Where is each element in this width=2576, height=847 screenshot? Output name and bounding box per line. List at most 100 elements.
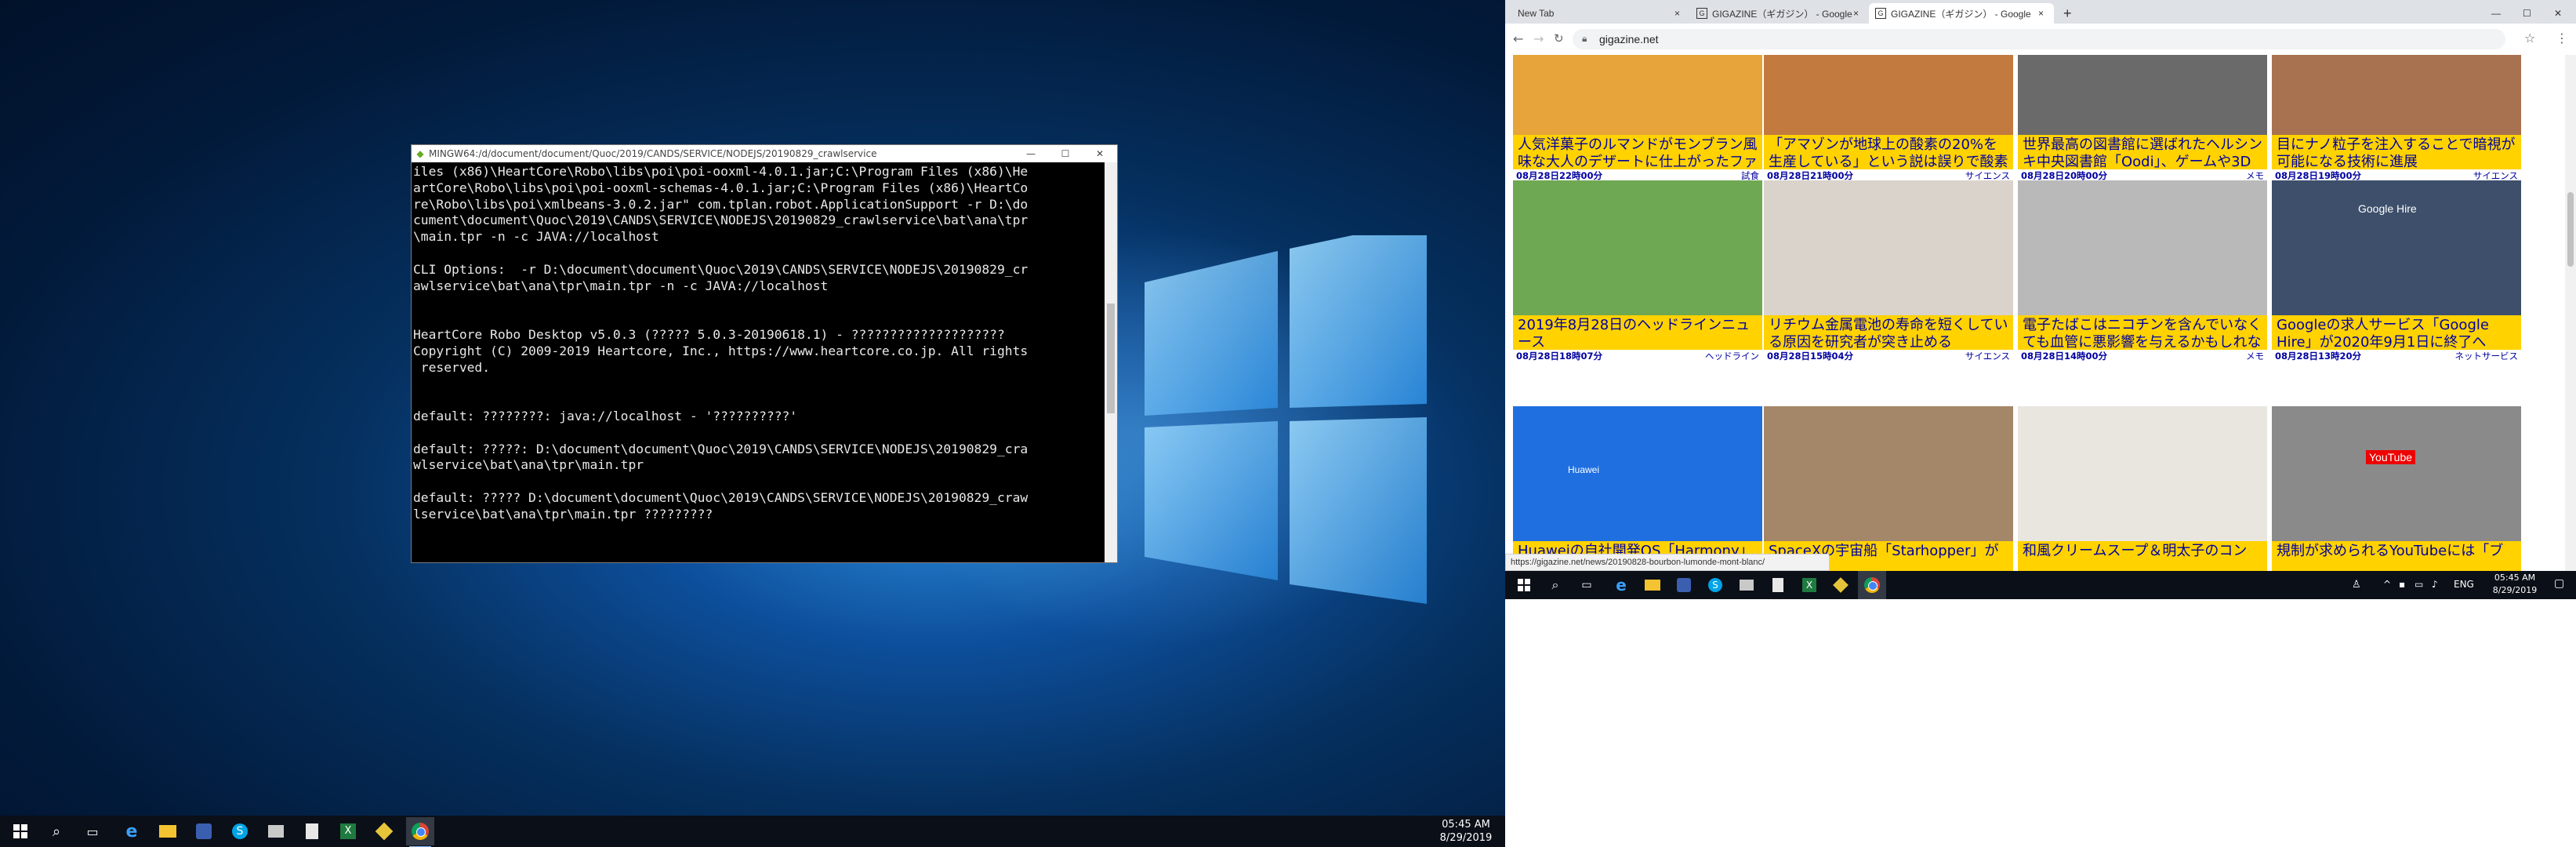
app-icon-1[interactable] — [1670, 571, 1698, 599]
tab-gigazine-1[interactable]: G GIGAZINE（ギガジン） - Google × — [1690, 3, 1869, 24]
page-scrollbar[interactable] — [2565, 55, 2576, 571]
minimize-button[interactable]: — — [2485, 3, 2509, 24]
forward-icon[interactable]: → — [1533, 31, 1544, 46]
article-thumbnail[interactable] — [2272, 55, 2521, 135]
article-thumbnail[interactable] — [1513, 55, 1762, 135]
task-view-icon[interactable]: ▭ — [1573, 571, 1601, 599]
tab-gigazine-2[interactable]: G GIGAZINE（ギガジン） - Google × — [1869, 3, 2054, 24]
terminal-line: \main.tpr -n -c JAVA://localhost — [413, 229, 659, 245]
skype-icon[interactable]: S — [1701, 571, 1729, 599]
skype-icon[interactable]: S — [226, 817, 254, 845]
article-card[interactable]: 目にナノ粒子を注入することで暗視が可能になる技術に進展 08月28日19時00分サ… — [2272, 55, 2521, 181]
notepad-icon[interactable] — [298, 817, 326, 845]
file-explorer-icon[interactable] — [154, 817, 182, 845]
article-thumbnail[interactable] — [2018, 406, 2267, 541]
file-explorer-icon[interactable] — [1638, 571, 1667, 599]
article-card[interactable]: 人気洋菓子のルマンドがモンブラン風味な大人のデザートに仕上がったファミマ限定アイ… — [1513, 55, 1762, 181]
tab-close-icon[interactable]: × — [1674, 8, 1690, 19]
article-thumbnail[interactable] — [1513, 406, 1762, 541]
article-thumbnail[interactable] — [1764, 406, 2013, 541]
volume-icon[interactable]: ♪ — [2432, 579, 2438, 590]
tab-new-tab[interactable]: New Tab × — [1511, 3, 1690, 24]
network-icon[interactable]: ▭ — [2415, 579, 2423, 590]
article-card[interactable]: 世界最高の図書館に選ばれたヘルシンキ中央図書館「Oodi」、ゲームや3Dプリント… — [2018, 55, 2267, 181]
article-date: 08月28日13時20分 — [2275, 351, 2362, 362]
tray-chevron-icon[interactable]: ^ — [2383, 579, 2391, 590]
article-card[interactable]: 「アマゾンが地球上の酸素の20%を生産している」という説は誤りで酸素は向こう数百… — [1764, 55, 2013, 181]
notification-icon[interactable]: ▢ — [2554, 577, 2564, 590]
page-scroll-thumb[interactable] — [2567, 192, 2574, 267]
bookmark-star-icon[interactable]: ☆ — [2524, 31, 2535, 45]
chrome-icon[interactable] — [406, 817, 434, 847]
task-view-icon[interactable]: ▭ — [78, 817, 107, 845]
article-card[interactable]: SpaceXの宇宙船「Starhopper」が — [1764, 406, 2013, 571]
start-windows-icon[interactable] — [1510, 571, 1538, 599]
article-title[interactable]: 「アマゾンが地球上の酸素の20%を生産している」という説は誤りで酸素は向こう数百… — [1764, 135, 2013, 169]
minimize-button[interactable]: — — [1014, 148, 1048, 159]
article-category[interactable]: メモ — [2246, 350, 2264, 362]
tray-app-icon[interactable]: ▪ — [2399, 579, 2405, 590]
app-icon-3[interactable] — [1827, 571, 1855, 599]
app-icon-2[interactable] — [262, 817, 290, 845]
app-icon-1[interactable] — [190, 817, 218, 845]
edge-icon[interactable]: e — [118, 817, 146, 845]
article-title[interactable]: 人気洋菓子のルマンドがモンブラン風味な大人のデザートに仕上がったファミマ限定アイ… — [1513, 135, 1762, 169]
app-icon-2[interactable] — [1732, 571, 1761, 599]
maximize-button[interactable]: ☐ — [1048, 148, 1083, 159]
terminal-titlebar[interactable]: ◆ MINGW64:/d/document/document/Quoc/2019… — [412, 145, 1117, 162]
article-thumbnail[interactable] — [2018, 180, 2267, 315]
terminal-window[interactable]: ◆ MINGW64:/d/document/document/Quoc/2019… — [411, 144, 1118, 563]
article-card[interactable]: 2019年8月28日のヘッドラインニュース 08月28日18時07分 ヘッドライン — [1513, 180, 1762, 362]
back-icon[interactable]: ← — [1513, 31, 1523, 46]
language-indicator[interactable]: ENG — [2454, 579, 2474, 590]
article-title[interactable]: リチウム金属電池の寿命を短くしている原因を研究者が突き止める — [1764, 315, 2013, 350]
edge-icon[interactable]: e — [1607, 571, 1635, 599]
article-title[interactable]: 目にナノ粒子を注入することで暗視が可能になる技術に進展 — [2272, 135, 2521, 169]
maximize-button[interactable]: ☐ — [2516, 3, 2540, 24]
article-title[interactable]: Googleの求人サービス「Google Hire」が2020年9月1日に終了へ — [2272, 315, 2521, 350]
article-thumbnail[interactable] — [1764, 180, 2013, 315]
article-title[interactable]: 規制が求められるYouTubeには「ブ — [2272, 541, 2521, 571]
app-icon-3[interactable] — [370, 817, 398, 845]
article-category[interactable]: ネットサービス — [2455, 350, 2519, 362]
article-title[interactable]: 和風クリームスープ＆明太子のコン — [2018, 541, 2267, 571]
article-thumbnail[interactable] — [2018, 55, 2267, 135]
notepad-icon[interactable] — [1764, 571, 1792, 599]
start-windows-icon[interactable] — [6, 817, 34, 845]
reload-icon[interactable]: ↻ — [1554, 31, 1564, 45]
article-title[interactable]: 電子たばこはニコチンを含んでいなくても血管に悪影響を与えるかもしれない — [2018, 315, 2267, 350]
terminal-scroll-thumb[interactable] — [1107, 304, 1115, 413]
article-card[interactable]: 和風クリームスープ＆明太子のコン — [2018, 406, 2267, 571]
menu-kebab-icon[interactable]: ⋮ — [2556, 31, 2568, 45]
clock-left[interactable]: 05:45 AM 8/29/2019 — [1435, 818, 1497, 845]
article-card[interactable]: 電子たばこはニコチンを含んでいなくても血管に悪影響を与えるかもしれない08月28… — [2018, 180, 2267, 362]
clock-right[interactable]: 05:45 AM 8/29/2019 — [2483, 572, 2546, 597]
chrome-icon[interactable] — [1858, 571, 1886, 599]
article-thumbnail[interactable] — [1513, 180, 1762, 315]
excel-icon[interactable]: X — [334, 817, 362, 845]
terminal-output[interactable]: iles (x86)\HeartCore\Robo\libs\poi\poi-o… — [413, 164, 1103, 562]
article-category[interactable]: サイエンス — [1965, 350, 2010, 362]
article-thumbnail[interactable] — [2272, 406, 2521, 541]
article-card[interactable]: Huaweiの自社開発OS「Harmony」 Huawei — [1513, 406, 1762, 571]
search-icon[interactable]: ⌕ — [1541, 571, 1569, 599]
terminal-line: Copyright (C) 2009-2019 Heartcore, Inc.,… — [413, 343, 1029, 358]
tab-close-icon[interactable]: × — [1853, 8, 1869, 19]
article-title[interactable]: 世界最高の図書館に選ばれたヘルシンキ中央図書館「Oodi」、ゲームや3Dプリント… — [2018, 135, 2267, 169]
article-card[interactable]: 規制が求められるYouTubeには「ブ YouTube — [2272, 406, 2521, 571]
close-button[interactable]: ✕ — [1083, 148, 1117, 159]
people-icon[interactable]: ♙ — [2352, 579, 2361, 591]
terminal-scrollbar[interactable] — [1105, 162, 1117, 562]
article-card[interactable]: Googleの求人サービス「Google Hire」が2020年9月1日に終了へ… — [2272, 180, 2521, 362]
search-icon[interactable]: ⌕ — [42, 817, 71, 845]
article-card[interactable]: リチウム金属電池の寿命を短くしている原因を研究者が突き止める 08月28日15時0… — [1764, 180, 2013, 362]
article-thumbnail[interactable] — [2272, 180, 2521, 315]
excel-icon[interactable]: X — [1795, 571, 1823, 599]
article-thumbnail[interactable] — [1764, 55, 2013, 135]
url-field[interactable]: 🔒︎ gigazine.net — [1573, 29, 2505, 49]
close-button[interactable]: ✕ — [2548, 3, 2571, 24]
article-title[interactable]: 2019年8月28日のヘッドラインニュース — [1513, 315, 1762, 350]
new-tab-button[interactable]: + — [2057, 3, 2081, 24]
article-category[interactable]: ヘッドライン — [1705, 350, 1759, 362]
tab-close-icon[interactable]: × — [2038, 8, 2054, 19]
